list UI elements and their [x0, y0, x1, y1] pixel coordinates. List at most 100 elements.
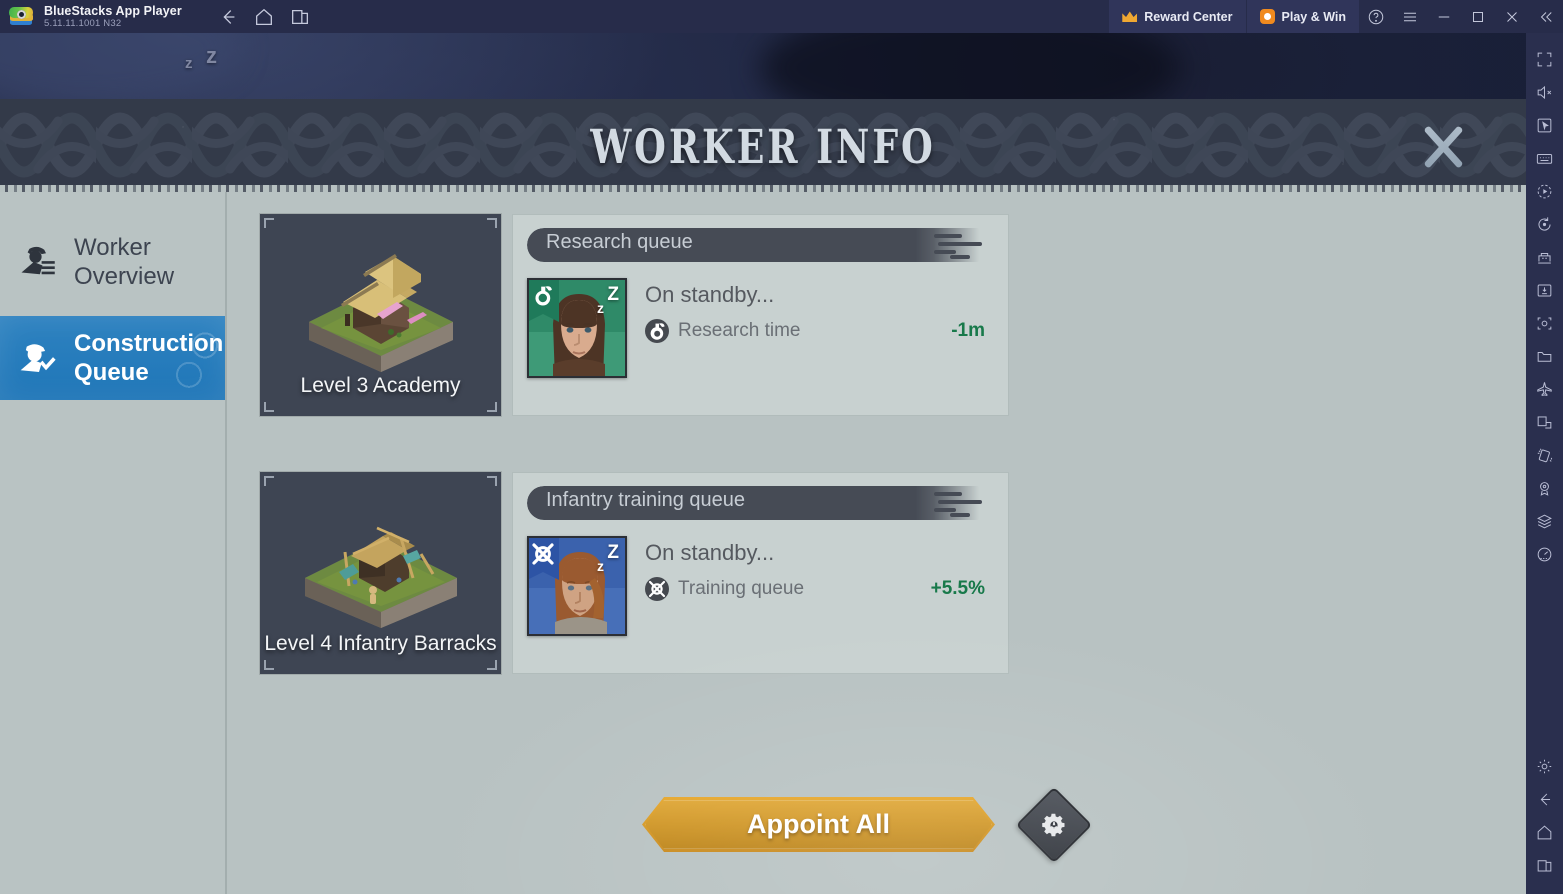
maximize-icon	[1473, 11, 1483, 22]
recents-icon	[1537, 860, 1552, 872]
install-apk-button[interactable]	[1528, 274, 1562, 307]
sidebar-item-worker-overview[interactable]: Worker Overview	[0, 216, 225, 308]
close-window-button[interactable]	[1495, 0, 1529, 33]
queue-banner: Infantry training queue	[527, 486, 994, 520]
home-button[interactable]	[248, 2, 280, 32]
collapse-icon	[1540, 11, 1552, 22]
window-resize-button[interactable]	[1528, 406, 1562, 439]
sleep-mark: z	[206, 43, 217, 68]
close-dialog-button[interactable]	[1417, 121, 1469, 173]
barracks-building-art	[304, 526, 457, 628]
crossed-swords-icon	[645, 577, 669, 601]
bluestacks-sidebar	[1526, 33, 1563, 894]
multi-instance-button[interactable]	[1528, 241, 1562, 274]
macro-button[interactable]	[1528, 175, 1562, 208]
banner-frayed-edge	[934, 488, 994, 518]
header-torn-edge	[0, 185, 1526, 192]
mute-button[interactable]	[1528, 76, 1562, 109]
queue-content: z Z On standby...	[527, 278, 994, 378]
keyboard-button[interactable]	[1528, 142, 1562, 175]
dialog-body: Worker Overview Construction Queue Level…	[0, 192, 1526, 894]
queue-stat-label: Research time	[678, 320, 801, 341]
sidebar-item-label: Construction Queue	[74, 330, 224, 386]
appoint-all-label: Appoint All	[747, 809, 890, 839]
minimize-icon	[1438, 16, 1450, 17]
academy-building-art	[308, 254, 453, 372]
home-icon	[255, 8, 272, 25]
queue-info: On standby...	[645, 278, 994, 343]
fullscreen-button[interactable]	[1528, 43, 1562, 76]
queue-stat-row: Training queue +5.5%	[645, 577, 994, 601]
back-arrow-icon	[1540, 793, 1551, 806]
collapse-sidebar-button[interactable]	[1529, 0, 1563, 33]
worker-avatar[interactable]: z Z	[527, 536, 627, 636]
minimize-button[interactable]	[1427, 0, 1461, 33]
back-button[interactable]	[212, 2, 244, 32]
multi-instance-icon	[1538, 253, 1551, 264]
corner-mark	[487, 402, 497, 412]
help-button[interactable]	[1359, 0, 1393, 33]
titlebar-right-group: Reward Center Play & Win	[1109, 0, 1563, 33]
queue-info: On standby...	[645, 536, 994, 601]
corner-mark	[264, 218, 274, 228]
mute-icon	[1537, 85, 1552, 100]
crossed-swords-icon	[529, 538, 559, 580]
layers-button[interactable]	[1528, 505, 1562, 538]
recents-button[interactable]	[284, 2, 316, 32]
sidebar-item-label: Worker Overview	[74, 234, 175, 290]
crown-icon	[1122, 11, 1137, 22]
shake-button[interactable]	[1528, 439, 1562, 472]
appoint-all-button[interactable]: Appoint All	[642, 797, 995, 852]
layers-icon	[1537, 514, 1552, 529]
queue-row: Level 3 Academy Research queue z Z On st…	[260, 214, 1526, 416]
android-recents-button[interactable]	[1528, 849, 1562, 882]
titlebar: BlueStacks App Player 5.11.11.1001 N32 R…	[0, 0, 1563, 33]
building-card[interactable]: Level 3 Academy	[260, 214, 501, 416]
coin-icon	[1259, 9, 1275, 24]
titlebar-nav-group	[212, 2, 316, 32]
dialog-header: WORKER INFO	[0, 99, 1526, 192]
performance-button[interactable]	[1528, 538, 1562, 571]
gear-icon	[1042, 813, 1065, 836]
queue-panel: Research queue z Z On standby... Researc…	[512, 214, 1009, 416]
rotate-button[interactable]	[1528, 208, 1562, 241]
settings-button[interactable]	[1528, 750, 1562, 783]
android-back-button[interactable]	[1528, 783, 1562, 816]
app-version: 5.11.11.1001 N32	[44, 18, 122, 29]
media-folder-icon	[1537, 352, 1552, 362]
menu-button[interactable]	[1393, 0, 1427, 33]
macro-record-icon	[1537, 184, 1552, 199]
queue-banner: Research queue	[527, 228, 994, 262]
game-controls-button[interactable]	[1528, 109, 1562, 142]
sidebar-item-construction-queue[interactable]: Construction Queue	[0, 316, 225, 400]
shake-icon	[1537, 448, 1553, 463]
queue-title: Research queue	[546, 231, 693, 253]
worker-avatar[interactable]: z Z	[527, 278, 627, 378]
back-arrow-icon	[223, 9, 235, 24]
app-name: BlueStacks App Player	[44, 4, 182, 18]
close-icon	[1507, 11, 1517, 22]
reward-center-button[interactable]: Reward Center	[1109, 0, 1246, 33]
keyboard-icon	[1536, 154, 1553, 164]
queue-stat-value: -1m	[951, 320, 985, 341]
media-folder-button[interactable]	[1528, 340, 1562, 373]
queue-title: Infantry training queue	[546, 489, 746, 511]
home-icon	[1537, 825, 1552, 840]
play-and-win-button[interactable]: Play & Win	[1246, 0, 1359, 33]
worker-check-icon	[18, 338, 60, 378]
worker-list-icon	[18, 242, 60, 282]
rotate-icon	[1538, 217, 1551, 231]
queue-status: On standby...	[645, 282, 775, 307]
android-home-button[interactable]	[1528, 816, 1562, 849]
building-card[interactable]: Level 4 Infantry Barracks	[260, 472, 501, 674]
corner-mark	[264, 476, 274, 486]
screenshot-button[interactable]	[1528, 307, 1562, 340]
location-icon	[1540, 482, 1549, 496]
queue-panel: Infantry training queue z Z On standby..…	[512, 472, 1009, 674]
airplane-mode-button[interactable]	[1528, 373, 1562, 406]
research-flask-icon	[529, 280, 559, 322]
maximize-button[interactable]	[1461, 0, 1495, 33]
play-and-win-label: Play & Win	[1281, 9, 1346, 24]
location-button[interactable]	[1528, 472, 1562, 505]
queue-settings-button[interactable]	[1015, 786, 1093, 863]
